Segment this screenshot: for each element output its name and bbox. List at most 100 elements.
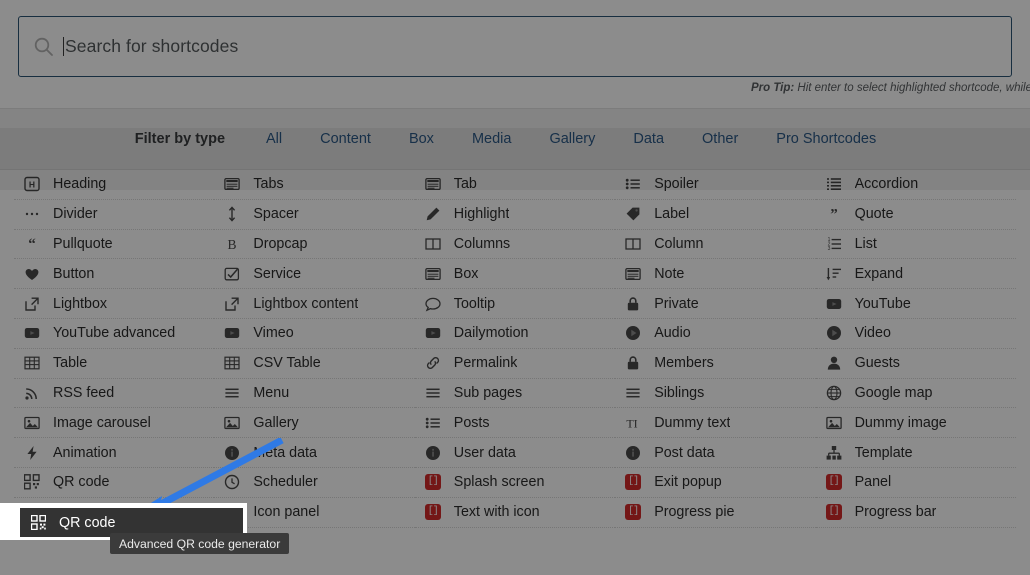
- tabs-icon: [222, 176, 242, 193]
- svg-text:H: H: [29, 180, 35, 190]
- clock-icon: [222, 474, 242, 491]
- shortcode-item-heading[interactable]: H Heading: [14, 170, 215, 200]
- shortcode-item-dummy-image[interactable]: Dummy image: [815, 408, 1016, 439]
- shortcode-item-post-data[interactable]: Post data: [615, 438, 816, 468]
- shortcode-item-label: Exit popup: [654, 474, 722, 491]
- filter-link-media[interactable]: Media: [472, 131, 512, 147]
- filter-link-box[interactable]: Box: [409, 131, 434, 147]
- shortcode-item-quote[interactable]: ” Quote: [815, 200, 1016, 230]
- shortcode-item-progress-bar[interactable]: [] Progress bar: [815, 498, 1016, 528]
- shortcode-item-column[interactable]: Column: [615, 230, 816, 260]
- info-circle-icon: [623, 444, 643, 461]
- shortcode-item-siblings[interactable]: Siblings: [615, 379, 816, 409]
- shortcode-item-posts[interactable]: Posts: [414, 408, 616, 439]
- shortcode-item-tab[interactable]: Tab: [414, 170, 616, 200]
- shortcode-item-sub-pages[interactable]: Sub pages: [414, 379, 616, 409]
- external-link-icon: [222, 295, 242, 312]
- shortcode-item-label: YouTube advanced: [53, 325, 176, 342]
- arrows-v-icon: [222, 206, 242, 223]
- shortcode-item-gallery[interactable]: Gallery: [214, 408, 415, 439]
- shortcode-item-vimeo[interactable]: Vimeo: [214, 319, 415, 349]
- shortcode-item-exit-popup[interactable]: [] Exit popup: [615, 468, 816, 498]
- bold-b-icon: B: [222, 235, 242, 252]
- shortcode-item-video[interactable]: Video: [815, 319, 1016, 349]
- filter-link-all[interactable]: All: [266, 131, 282, 147]
- shortcode-item-label: Tooltip: [453, 295, 496, 312]
- shortcode-item-youtube-advanced[interactable]: YouTube advanced: [14, 319, 215, 349]
- image-icon: [824, 414, 844, 431]
- shortcode-item-image-carousel[interactable]: Image carousel: [14, 408, 215, 439]
- ellipsis-icon: [22, 206, 42, 223]
- pro-bracket-icon: []: [424, 474, 441, 491]
- video-box-icon: [423, 325, 443, 342]
- shortcode-item-dailymotion[interactable]: Dailymotion: [414, 319, 616, 349]
- shortcode-item-label: Template: [854, 444, 913, 461]
- shortcode-item-google-map[interactable]: Google map: [815, 379, 1016, 409]
- heading-box-icon: H: [22, 176, 42, 193]
- shortcode-item-label[interactable]: Label: [615, 200, 816, 230]
- shortcode-item-spacer[interactable]: Spacer: [214, 200, 415, 230]
- shortcode-item-lightbox-content[interactable]: Lightbox content: [214, 289, 415, 319]
- search-input[interactable]: Search for shortcodes: [18, 16, 1012, 77]
- shortcode-item-template[interactable]: Template: [815, 438, 1016, 468]
- shortcode-item-permalink[interactable]: Permalink: [414, 349, 616, 379]
- shortcode-item-service[interactable]: Service: [214, 259, 415, 290]
- shortcode-item-private[interactable]: Private: [615, 289, 816, 319]
- shortcode-item-columns[interactable]: Columns: [414, 230, 616, 260]
- shortcode-item-label: Note: [654, 265, 685, 282]
- shortcode-item-expand[interactable]: Expand: [815, 259, 1016, 290]
- shortcode-item-label: Expand: [854, 265, 904, 282]
- shortcode-item-meta-data[interactable]: Meta data: [214, 438, 415, 468]
- shortcode-item-menu[interactable]: Menu: [214, 379, 415, 409]
- shortcode-item-progress-pie[interactable]: [] Progress pie: [615, 498, 816, 528]
- shortcode-item-qr-code[interactable]: QR code: [14, 468, 215, 498]
- shortcode-item-label: Icon panel: [253, 504, 320, 521]
- filter-link-gallery[interactable]: Gallery: [549, 131, 595, 147]
- shortcode-item-button[interactable]: Button: [14, 259, 215, 290]
- shortcode-item-list[interactable]: 1 2 3 List: [815, 230, 1016, 260]
- shortcode-item-audio[interactable]: Audio: [615, 319, 816, 349]
- filter-link-pro-shortcodes[interactable]: Pro Shortcodes: [776, 131, 876, 147]
- filter-link-content[interactable]: Content: [320, 131, 371, 147]
- app-root: Search for shortcodes Pro Tip: Hit enter…: [0, 0, 1030, 575]
- shortcode-item-youtube[interactable]: YouTube: [815, 289, 1016, 319]
- shortcode-item-animation[interactable]: Animation: [14, 438, 215, 468]
- filter-link-other[interactable]: Other: [702, 131, 738, 147]
- shortcode-item-note[interactable]: Note: [615, 259, 816, 290]
- shortcode-item-spoiler[interactable]: Spoiler: [615, 170, 816, 200]
- shortcode-item-pullquote[interactable]: “ Pullquote: [14, 230, 215, 260]
- shortcode-item-divider[interactable]: Divider: [14, 200, 215, 230]
- shortcode-item-splash-screen[interactable]: [] Splash screen: [414, 468, 616, 498]
- play-circle-icon: [623, 325, 643, 342]
- qrcode-icon: [28, 514, 48, 531]
- shortcode-item-rss-feed[interactable]: RSS feed: [14, 379, 215, 409]
- shortcode-item-dummy-text[interactable]: TI Dummy text: [615, 408, 816, 439]
- shortcode-item-highlight[interactable]: Highlight: [414, 200, 616, 230]
- shortcode-item-tabs[interactable]: Tabs: [214, 170, 415, 200]
- list-ul-icon: [423, 414, 443, 431]
- shortcode-item-accordion[interactable]: Accordion: [815, 170, 1016, 200]
- shortcode-item-guests[interactable]: Guests: [815, 349, 1016, 379]
- info-circle-icon: [222, 444, 242, 461]
- bars-icon: [222, 384, 242, 401]
- shortcode-item-members[interactable]: Members: [615, 349, 816, 379]
- shortcode-item-csv-table[interactable]: CSV Table: [214, 349, 415, 379]
- shortcode-item-dropcap[interactable]: B Dropcap: [214, 230, 415, 260]
- shortcode-item-lightbox[interactable]: Lightbox: [14, 289, 215, 319]
- shortcode-item-text-with-icon[interactable]: [] Text with icon: [414, 498, 616, 528]
- filter-link-data[interactable]: Data: [633, 131, 664, 147]
- image-icon: [22, 414, 42, 431]
- shortcode-item-tooltip[interactable]: Tooltip: [414, 289, 616, 319]
- globe-icon: [824, 384, 844, 401]
- image-icon: [222, 414, 242, 431]
- filter-bar: Filter by type All Content Box Media Gal…: [0, 108, 1030, 170]
- shortcode-item-scheduler[interactable]: Scheduler: [214, 468, 415, 498]
- shortcode-grid: H Heading Tabs Tab Spoiler Accordion Divider Sp…: [14, 170, 1016, 528]
- shortcode-item-user-data[interactable]: User data: [414, 438, 616, 468]
- shortcode-item-table[interactable]: Table: [14, 349, 215, 379]
- shortcode-item-label: Private: [654, 295, 699, 312]
- pro-bracket-icon: []: [825, 504, 842, 521]
- shortcode-item-box[interactable]: Box: [414, 259, 616, 290]
- shortcode-item-label: QR code: [53, 474, 110, 491]
- shortcode-item-panel[interactable]: [] Panel: [815, 468, 1016, 498]
